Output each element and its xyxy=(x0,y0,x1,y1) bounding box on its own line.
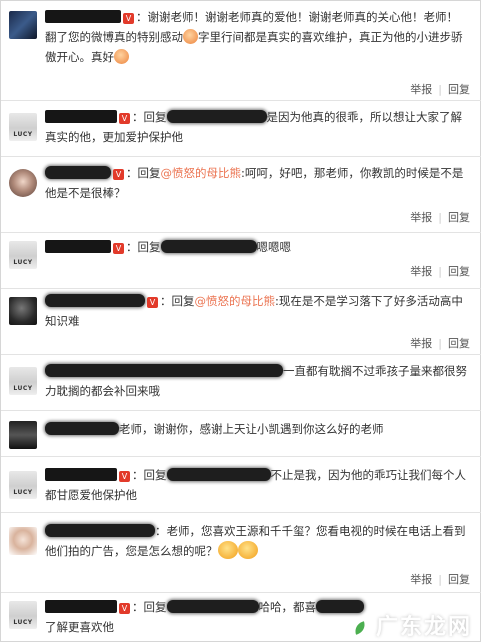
redacted-username[interactable] xyxy=(45,10,121,23)
comment-text: 老师，谢谢你，感谢上天让小凯遇到你这么好的老师 xyxy=(119,422,384,436)
heart-eyes-emoji-icon xyxy=(114,49,129,64)
reply-link[interactable]: 回复 xyxy=(448,337,470,350)
redacted-username[interactable] xyxy=(45,110,117,123)
laughing-emoji-icon xyxy=(217,541,238,559)
comment-body: V ：谢谢老师！谢谢老师真的爱他！谢谢老师真的关心他！老师！ 翻了您的微博真的特别… xyxy=(45,7,468,67)
redacted-mention xyxy=(166,468,271,481)
comment-text: 了解更喜欢他 xyxy=(45,620,114,634)
reply-keyword: 回复 xyxy=(143,600,167,614)
comment-actions: 举报 | 回复 xyxy=(410,211,470,224)
vip-badge-icon: V xyxy=(123,13,134,24)
report-link[interactable]: 举报 xyxy=(410,573,432,586)
comment-body: 老师，谢谢你，感谢上天让小凯遇到你这么好的老师 xyxy=(45,419,468,439)
report-link[interactable]: 举报 xyxy=(410,337,432,350)
comment-text: 哈哈，都喜 xyxy=(258,600,317,614)
redacted-username[interactable] xyxy=(45,422,119,435)
comment-body: V ：回复 嗯嗯嗯 xyxy=(45,237,468,257)
vip-badge-icon: V xyxy=(113,169,124,180)
reply-link[interactable]: 回复 xyxy=(448,265,470,278)
reply-keyword: 回复 xyxy=(137,166,161,180)
comment-item: LUCY V ：回复 不止是我，因为他的乖巧让我们每个人都甘愿爱他保护他 xyxy=(1,457,481,513)
comment-item: 老师，谢谢你，感谢上天让小凯遇到你这么好的老师 xyxy=(1,411,481,457)
reply-keyword: 回复 xyxy=(143,468,167,482)
blush-emoji-icon xyxy=(183,29,198,44)
comment-list: V ：谢谢老师！谢谢老师真的爱他！谢谢老师真的关心他！老师！ 翻了您的微博真的特别… xyxy=(0,0,481,642)
redacted-mention xyxy=(166,110,267,123)
vip-badge-icon: V xyxy=(119,113,130,124)
reply-link[interactable]: 回复 xyxy=(448,573,470,586)
avatar[interactable]: LUCY xyxy=(9,113,37,141)
comment-item: V ：谢谢老师！谢谢老师真的爱他！谢谢老师真的关心他！老师！ 翻了您的微博真的特别… xyxy=(1,1,481,101)
redacted-text xyxy=(316,600,364,613)
comment-body: ：老师，您喜欢王源和千千玺？您看电视的时候在电话上看到他们拍的广告，您是怎么想的… xyxy=(45,521,468,561)
reply-keyword: 回复 xyxy=(143,110,167,124)
redacted-username[interactable] xyxy=(45,600,117,613)
comment-item: V ：回复@愤怒的母比熊:现在是不是学习落下了好多活动高中知识难 举报 | 回复 xyxy=(1,289,481,355)
avatar[interactable] xyxy=(9,169,37,197)
comment-actions: 举报 | 回复 xyxy=(410,573,470,586)
reply-keyword: 回复 xyxy=(137,240,161,254)
redacted-mention xyxy=(160,240,257,253)
redacted-username[interactable] xyxy=(45,294,145,307)
report-link[interactable]: 举报 xyxy=(410,211,432,224)
reply-keyword: 回复 xyxy=(171,294,195,308)
mention-link[interactable]: @愤怒的母比熊 xyxy=(161,166,242,180)
redacted-username[interactable] xyxy=(45,524,155,537)
comment-item: ：老师，您喜欢王源和千千玺？您看电视的时候在电话上看到他们拍的广告，您是怎么想的… xyxy=(1,513,481,593)
comment-body: V ：回复@愤怒的母比熊:呵呵，好吧，那老师，你教凯的时候是不是他是不是很棒？ xyxy=(45,166,464,200)
comment-text: 翻了您的微博真的特别感动 xyxy=(45,30,183,44)
mention-link[interactable]: @愤怒的母比熊 xyxy=(195,294,276,308)
redacted-username[interactable] xyxy=(45,364,283,377)
vip-badge-icon: V xyxy=(119,471,130,482)
avatar[interactable] xyxy=(9,11,37,39)
comment-actions: 举报 | 回复 xyxy=(410,265,470,278)
comment-item: V ：回复@愤怒的母比熊:呵呵，好吧，那老师，你教凯的时候是不是他是不是很棒？ 举… xyxy=(1,157,481,233)
comment-item: LUCY 一直都有耽搁不过乖孩子量来都很努力耽搁的都会补回来哦 xyxy=(1,355,481,411)
comment-item: LUCY V ：回复 嗯嗯嗯 举报 | 回复 xyxy=(1,233,481,289)
reply-link[interactable]: 回复 xyxy=(448,83,470,96)
redacted-username[interactable] xyxy=(45,240,111,253)
report-link[interactable]: 举报 xyxy=(410,83,432,96)
vip-badge-icon: V xyxy=(113,243,124,254)
comment-actions: 举报 | 回复 xyxy=(410,83,470,96)
report-link[interactable]: 举报 xyxy=(410,265,432,278)
redacted-mention xyxy=(166,600,259,613)
laughing-emoji-icon xyxy=(237,541,258,559)
avatar[interactable]: LUCY xyxy=(9,367,37,395)
comment-body: 一直都有耽搁不过乖孩子量来都很努力耽搁的都会补回来哦 xyxy=(45,361,468,401)
avatar[interactable] xyxy=(9,421,37,449)
avatar[interactable] xyxy=(9,297,37,325)
vip-badge-icon: V xyxy=(119,603,130,614)
redacted-username[interactable] xyxy=(45,468,117,481)
vip-badge-icon: V xyxy=(147,297,158,308)
comment-body: V ：回复 不止是我，因为他的乖巧让我们每个人都甘愿爱他保护他 xyxy=(45,468,466,502)
avatar[interactable]: LUCY xyxy=(9,601,37,629)
avatar[interactable] xyxy=(9,527,37,555)
avatar[interactable]: LUCY xyxy=(9,471,37,499)
comment-item: LUCY V ：回复 是因为他真的很乖，所以想让大家了解真实的他，更加爱护保护他 xyxy=(1,101,481,157)
avatar[interactable]: LUCY xyxy=(9,241,37,269)
watermark: 广东龙网 xyxy=(375,615,472,640)
comment-actions: 举报 | 回复 xyxy=(410,337,470,350)
comment-body: V ：回复 是因为他真的很乖，所以想让大家了解真实的他，更加爱护保护他 xyxy=(45,110,462,144)
redacted-username[interactable] xyxy=(45,166,111,179)
reply-link[interactable]: 回复 xyxy=(448,211,470,224)
comment-text: 嗯嗯嗯 xyxy=(256,240,292,254)
comment-text: ：谢谢老师！谢谢老师真的爱他！谢谢老师真的关心他！老师！ xyxy=(136,10,458,24)
comment-body: V ：回复@愤怒的母比熊:现在是不是学习落下了好多活动高中知识难 xyxy=(45,294,463,328)
comment-item: LUCY V ：回复 哈哈，都喜 了解更喜欢他 广东龙网 xyxy=(1,593,481,642)
